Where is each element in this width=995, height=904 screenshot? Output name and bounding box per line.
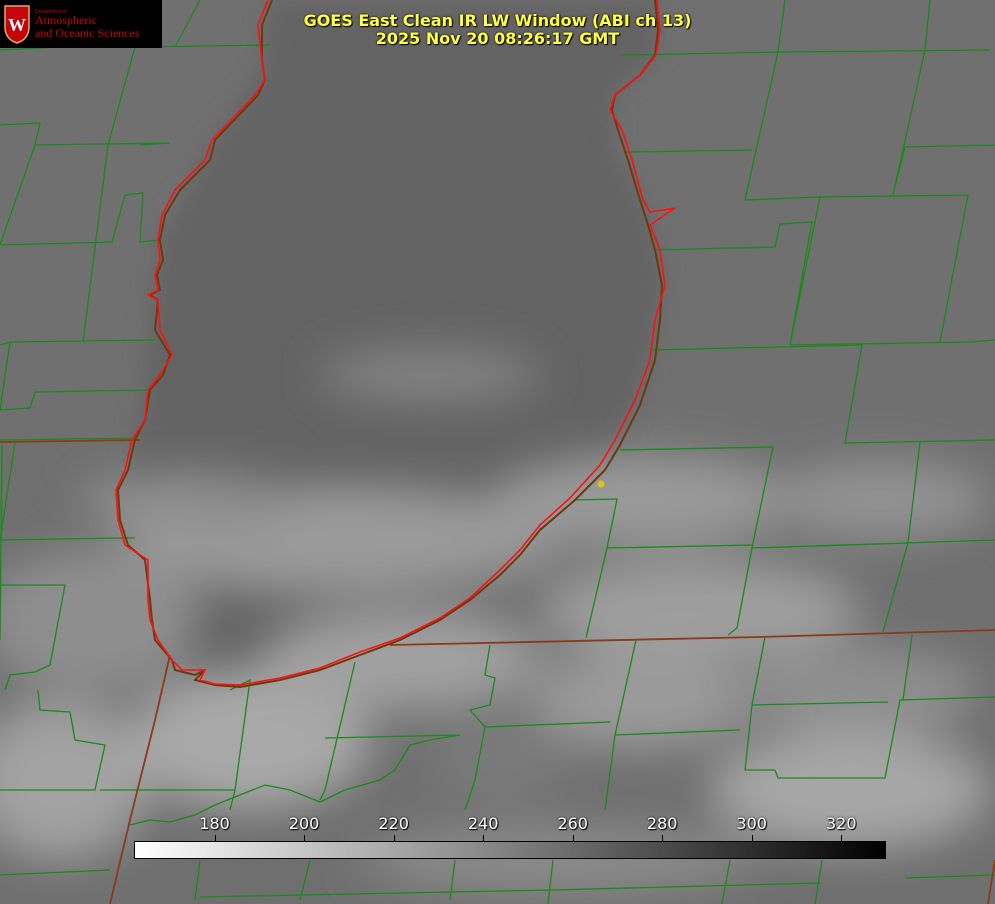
colorbar-tick-label: 260 [557, 814, 588, 833]
image-title: GOES East Clean IR LW Window (ABI ch 13) [303, 11, 692, 30]
colorbar [134, 841, 886, 859]
colorbar-tick-label: 180 [199, 814, 230, 833]
colorbar-tick-label: 280 [646, 814, 678, 833]
colorbar-tick-label: 320 [825, 814, 857, 833]
satellite-viewer: W Department of Atmospheric and Oceanic … [0, 0, 995, 904]
colorbar-tick-label: 300 [736, 814, 767, 833]
station-dot-icon[interactable] [597, 480, 605, 488]
satellite-map [0, 0, 995, 904]
ir-imagery [0, 0, 995, 904]
colorbar-tick-label: 220 [378, 814, 409, 833]
colorbar-ticks: 180 200 220 240 260 280 300 320 [0, 814, 995, 841]
colorbar-tick-label: 200 [288, 814, 320, 833]
image-timestamp: 2025 Nov 20 08:26:17 GMT [375, 29, 620, 48]
colorbar-tick-label: 240 [467, 814, 499, 833]
